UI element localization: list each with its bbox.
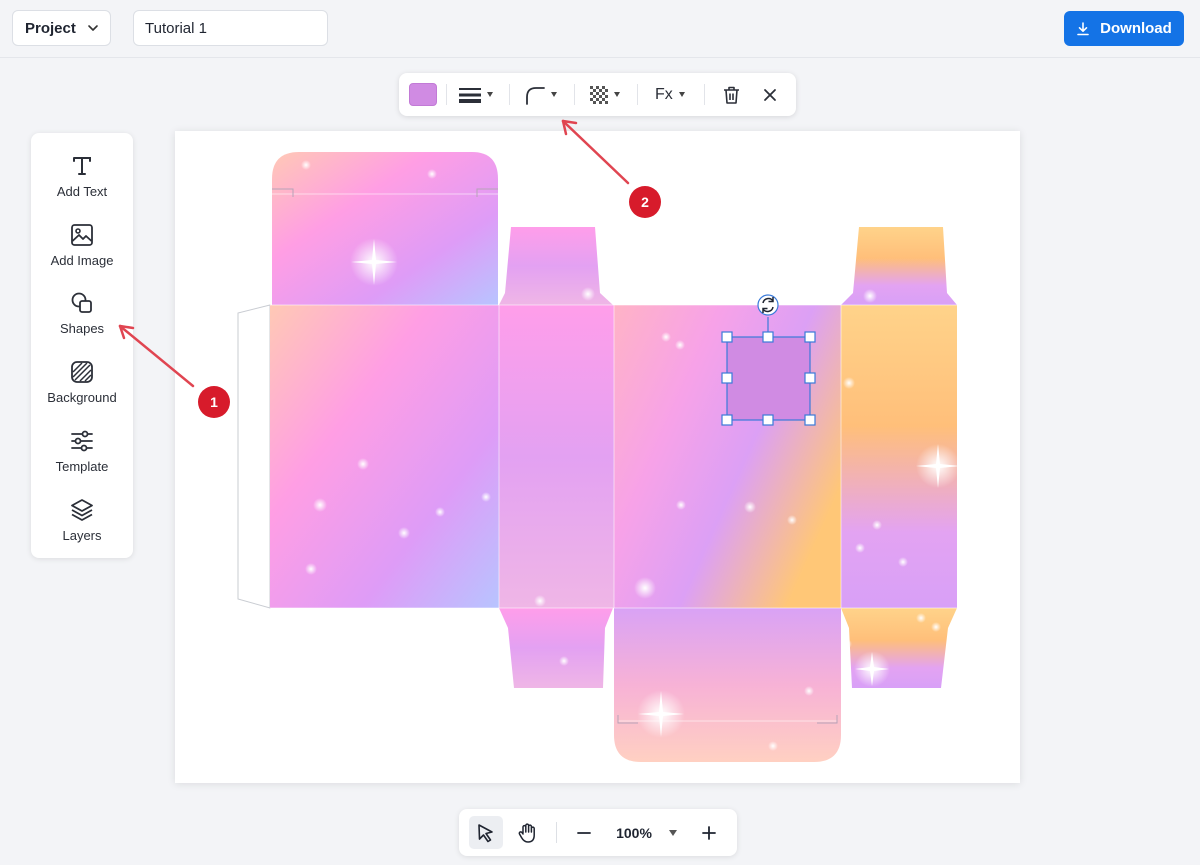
select-tool-button[interactable] bbox=[469, 816, 503, 849]
zoom-level[interactable]: 100% bbox=[607, 809, 661, 856]
zoom-out-icon bbox=[577, 831, 591, 834]
bottom-divider bbox=[556, 822, 557, 843]
annotation-badge-2: 2 bbox=[629, 186, 661, 218]
zoom-level-text: 100% bbox=[616, 824, 652, 841]
zoom-dropdown-button[interactable] bbox=[663, 809, 683, 856]
zoom-out-button[interactable] bbox=[571, 809, 597, 856]
annotation-badge-1: 1 bbox=[198, 386, 230, 418]
hand-pan-icon bbox=[518, 822, 535, 843]
zoom-in-button[interactable] bbox=[696, 809, 722, 856]
bottom-zoom-bar: 100% bbox=[459, 809, 737, 856]
annotation-arrows bbox=[118, 119, 630, 388]
select-pointer-icon bbox=[478, 823, 493, 842]
zoom-dropdown-icon bbox=[669, 829, 677, 836]
pan-tool-button[interactable] bbox=[511, 809, 545, 856]
zoom-in-icon bbox=[702, 825, 716, 840]
